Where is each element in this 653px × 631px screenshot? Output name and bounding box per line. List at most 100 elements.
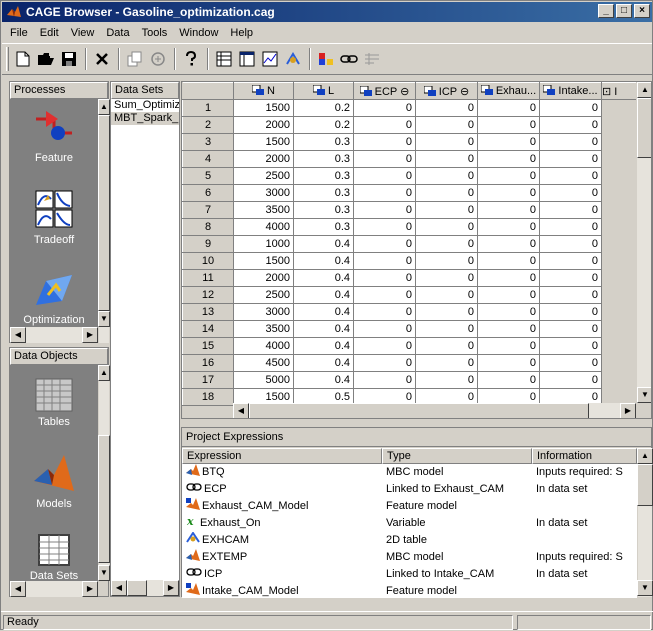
- data-objects-hscroll[interactable]: ◀ ▶: [10, 581, 98, 597]
- row-header[interactable]: 1: [182, 99, 234, 117]
- scroll-thumb[interactable]: [637, 98, 651, 158]
- table-cell[interactable]: 0: [539, 133, 602, 151]
- table-cell[interactable]: 0: [415, 337, 478, 355]
- scroll-down-button[interactable]: ▼: [637, 387, 651, 403]
- expression-name-cell[interactable]: BTQ: [182, 464, 382, 481]
- table-cell[interactable]: 0.4: [293, 354, 354, 372]
- table-cell[interactable]: 0: [477, 167, 540, 185]
- expression-row[interactable]: x Exhaust_On Variable In data set: [182, 515, 637, 532]
- row-header[interactable]: 9: [182, 235, 234, 253]
- row-header[interactable]: 14: [182, 320, 234, 338]
- expression-row[interactable]: Intake_CAM_Model Feature model: [182, 583, 637, 598]
- table-cell[interactable]: 0: [539, 354, 602, 372]
- table-cell[interactable]: 0: [353, 252, 416, 270]
- table-cell[interactable]: 0: [415, 133, 478, 151]
- table-cell[interactable]: 0.2: [293, 116, 354, 134]
- table-cell[interactable]: 0: [477, 337, 540, 355]
- table-cell[interactable]: 0: [477, 218, 540, 236]
- bar-chart-icon[interactable]: [315, 48, 337, 70]
- maximize-button[interactable]: □: [616, 4, 632, 18]
- table-cell[interactable]: 0: [415, 184, 478, 202]
- row-header[interactable]: 10: [182, 252, 234, 270]
- table-row[interactable]: 15 4000 0.4 0 0 0 0: [182, 337, 642, 355]
- table-cell[interactable]: 0: [415, 99, 478, 117]
- table-cell[interactable]: 0: [415, 167, 478, 185]
- grid-vscroll[interactable]: ▲ ▼: [636, 82, 651, 403]
- scroll-up-button[interactable]: ▲: [98, 99, 110, 115]
- graph-view-icon[interactable]: [282, 48, 304, 70]
- table-cell[interactable]: 2000: [233, 116, 294, 134]
- table-cell[interactable]: 2500: [233, 286, 294, 304]
- process-item-tradeoff[interactable]: Tradeoff: [10, 189, 98, 246]
- table-row[interactable]: 13 3000 0.4 0 0 0 0: [182, 303, 642, 321]
- type-column-header[interactable]: Type: [382, 448, 532, 464]
- table-cell[interactable]: 0.3: [293, 184, 354, 202]
- table-cell[interactable]: 0: [415, 286, 478, 304]
- table-cell[interactable]: 0.3: [293, 133, 354, 151]
- scroll-thumb[interactable]: [249, 403, 589, 418]
- table-cell[interactable]: 0: [353, 99, 416, 117]
- table-cell[interactable]: 0: [415, 150, 478, 168]
- duplicate-icon[interactable]: [147, 48, 169, 70]
- expression-name-cell[interactable]: EXTEMP: [182, 549, 382, 566]
- open-folder-icon[interactable]: [35, 48, 57, 70]
- table-cell[interactable]: 3000: [233, 184, 294, 202]
- table-cell[interactable]: 0: [477, 99, 540, 117]
- menu-tools[interactable]: Tools: [136, 27, 174, 39]
- table-cell[interactable]: 0: [539, 303, 602, 321]
- scroll-left-button[interactable]: ◀: [233, 403, 249, 418]
- row-header[interactable]: 17: [182, 371, 234, 389]
- row-header[interactable]: 18: [182, 388, 234, 406]
- table-cell[interactable]: 1000: [233, 235, 294, 253]
- scroll-thumb[interactable]: [98, 115, 110, 311]
- table-cell[interactable]: 0: [539, 201, 602, 219]
- column-header-exhaust[interactable]: Exhau...: [477, 82, 540, 100]
- menu-window[interactable]: Window: [173, 27, 224, 39]
- table-cell[interactable]: 0: [539, 150, 602, 168]
- expression-name-cell[interactable]: ECP: [182, 481, 382, 498]
- table-cell[interactable]: 0: [539, 167, 602, 185]
- table-cell[interactable]: 0: [477, 371, 540, 389]
- process-item-optimization[interactable]: Optimization: [10, 271, 98, 326]
- table-cell[interactable]: 0: [415, 320, 478, 338]
- table-cell[interactable]: 0: [539, 218, 602, 236]
- row-header[interactable]: 4: [182, 150, 234, 168]
- table-cell[interactable]: 0.3: [293, 150, 354, 168]
- table-row[interactable]: 16 4500 0.4 0 0 0 0: [182, 354, 642, 372]
- table-row[interactable]: 2 2000 0.2 0 0 0 0: [182, 116, 642, 134]
- column-header-icp[interactable]: ICP ⊖: [415, 82, 478, 100]
- table-cell[interactable]: 2000: [233, 150, 294, 168]
- table-row[interactable]: 5 2500 0.3 0 0 0 0: [182, 167, 642, 185]
- list-view-icon[interactable]: [236, 48, 258, 70]
- table-cell[interactable]: 0: [539, 252, 602, 270]
- scroll-right-button[interactable]: ▶: [620, 403, 636, 418]
- table-cell[interactable]: 0.2: [293, 99, 354, 117]
- table-row[interactable]: 3 1500 0.3 0 0 0 0: [182, 133, 642, 151]
- table-cell[interactable]: 0: [353, 150, 416, 168]
- table-cell[interactable]: 3500: [233, 320, 294, 338]
- menu-edit[interactable]: Edit: [34, 27, 65, 39]
- expression-row[interactable]: ECP Linked to Exhaust_CAM In data set: [182, 481, 637, 498]
- table-cell[interactable]: 5000: [233, 371, 294, 389]
- expression-row[interactable]: EXTEMP MBC model Inputs required: S: [182, 549, 637, 566]
- table-cell[interactable]: 0: [415, 354, 478, 372]
- table-cell[interactable]: 0: [477, 286, 540, 304]
- table-cell[interactable]: 0: [353, 167, 416, 185]
- expression-name-cell[interactable]: ICP: [182, 566, 382, 583]
- data-object-item-models[interactable]: Models: [10, 451, 98, 510]
- table-cell[interactable]: 0.4: [293, 252, 354, 270]
- expression-name-cell[interactable]: Exhaust_CAM_Model: [182, 498, 382, 515]
- scroll-thumb[interactable]: [127, 580, 147, 596]
- table-cell[interactable]: 1500: [233, 133, 294, 151]
- table-cell[interactable]: 0: [353, 371, 416, 389]
- link-icon[interactable]: [338, 48, 360, 70]
- row-header[interactable]: 12: [182, 286, 234, 304]
- table-cell[interactable]: 0: [539, 269, 602, 287]
- column-header-intake[interactable]: Intake...: [539, 82, 602, 100]
- table-cell[interactable]: 0: [539, 337, 602, 355]
- table-cell[interactable]: 0: [415, 269, 478, 287]
- expression-name-cell[interactable]: x Exhaust_On: [182, 515, 382, 532]
- processes-scrollbar[interactable]: ▲ ▼: [98, 99, 110, 343]
- table-row[interactable]: 7 3500 0.3 0 0 0 0: [182, 201, 642, 219]
- table-cell[interactable]: 0: [477, 184, 540, 202]
